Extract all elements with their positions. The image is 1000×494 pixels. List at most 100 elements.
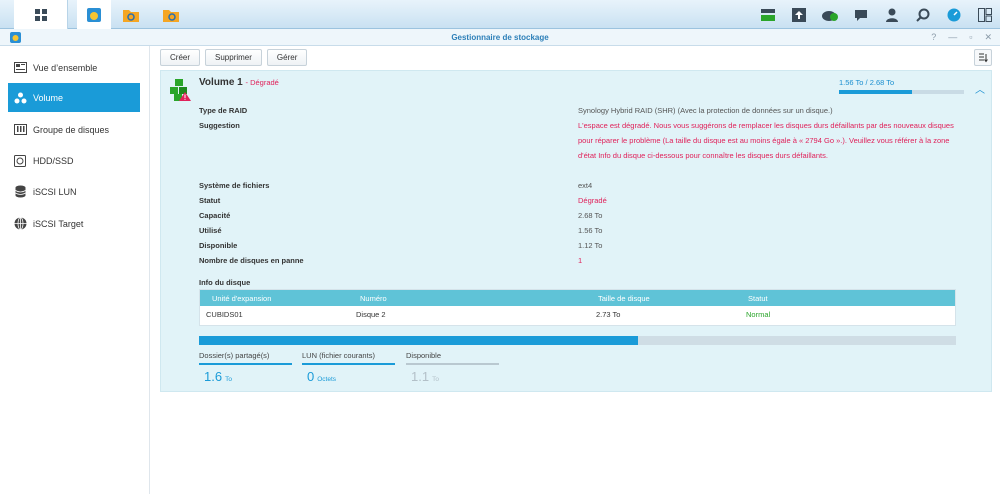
stat-value: 1.6 (204, 369, 223, 384)
cloud-sync-button[interactable] (814, 0, 845, 29)
sidebar-item-hdd-ssd[interactable]: HDD/SSD (8, 146, 140, 175)
usage-bar-fill (839, 90, 912, 94)
volume-status: - Dégradé (245, 78, 279, 87)
delete-button[interactable]: Supprimer (205, 49, 262, 66)
column-header[interactable]: Statut (748, 294, 768, 303)
usage-bar (839, 90, 964, 94)
column-header[interactable]: Taille de disque (598, 294, 650, 303)
globe-icon (13, 217, 27, 231)
column-header[interactable]: Unité d'expansion (212, 294, 271, 303)
property-label: Disponible (199, 241, 238, 250)
property-value: 1 (578, 256, 583, 265)
sidebar: Vue d’ensemble Volume Groupe de disques … (0, 46, 150, 494)
close-icon[interactable]: ✕ (984, 32, 992, 43)
sidebar-item-label: Groupe de disques (33, 124, 110, 135)
search-button[interactable] (907, 0, 938, 29)
cell-disk-number: Disque 2 (356, 310, 386, 319)
stat-value: 0 (307, 369, 315, 384)
cell-disk-status: Normal (746, 310, 771, 319)
sidebar-item-disk-group[interactable]: Groupe de disques (8, 115, 140, 144)
sidebar-item-label: Vue d’ensemble (33, 62, 98, 73)
sidebar-item-label: Volume (33, 92, 64, 103)
window-titlebar: Gestionnaire de stockage ? — ▫ ✕ (0, 29, 1000, 46)
taskbar-file-station[interactable] (114, 0, 148, 29)
folder-search-icon (163, 9, 179, 22)
capacity-bar-fill (199, 336, 639, 345)
stat-shared-folders: Dossier(s) partagé(s) 1.6 To (199, 351, 292, 384)
property-value: 1.56 To (578, 226, 603, 235)
manage-button[interactable]: Gérer (266, 49, 308, 66)
sidebar-item-volume[interactable]: Volume (8, 83, 140, 112)
stat-label: Dossier(s) partagé(s) (199, 351, 292, 365)
folder-icon (123, 9, 139, 22)
maximize-icon[interactable]: ▫ (969, 32, 972, 43)
volume-title: Volume 1 - Dégradé (199, 77, 279, 88)
toolbar: Créer Supprimer Gérer (160, 49, 308, 67)
search-icon (915, 8, 929, 22)
table-row[interactable]: CUBIDS01 Disque 2 2.73 To Normal (200, 306, 955, 325)
cell-disk-size: 2.73 To (596, 310, 621, 319)
stat-unit: To (432, 376, 439, 383)
sidebar-item-iscsi-target[interactable]: iSCSI Target (8, 209, 140, 238)
volume-degraded-icon (170, 79, 191, 101)
main-menu-icon (34, 8, 47, 21)
property-label: Utilisé (199, 226, 222, 235)
upload-button[interactable] (783, 0, 814, 29)
sidebar-item-iscsi-lun[interactable]: iSCSI LUN (8, 177, 140, 206)
property-value: Synology Hybrid RAID (SHR) (Avec la prot… (578, 106, 833, 115)
taskbar-file-search[interactable] (154, 0, 188, 29)
notifications-button[interactable] (845, 0, 876, 29)
sidebar-item-label: iSCSI LUN (33, 186, 77, 197)
stat-label: LUN (fichier courants) (302, 351, 395, 365)
column-header[interactable]: Numéro (360, 294, 387, 303)
hdd-icon (13, 154, 27, 168)
stat-available: Disponible 1.1 To (406, 351, 499, 384)
disk-group-icon (13, 123, 27, 137)
collapse-chevron-icon[interactable]: ︿ (975, 81, 985, 96)
property-label: Système de fichiers (199, 181, 270, 190)
property-value: ext4 (578, 181, 593, 190)
sidebar-item-label: iSCSI Target (33, 218, 84, 229)
user-button[interactable] (876, 0, 907, 29)
property-label: Type de RAID (199, 106, 248, 115)
main-menu-button[interactable] (14, 0, 68, 29)
taskbar (0, 0, 1000, 29)
property-value: 2.68 To (578, 211, 603, 220)
taskbar-storage-manager[interactable] (77, 0, 111, 29)
volume-panel[interactable]: Volume 1 - Dégradé 1.56 To / 2.68 To ︿ T… (160, 70, 992, 392)
stat-lun: LUN (fichier courants) 0 Octets (302, 351, 395, 384)
stat-unit: To (225, 376, 232, 383)
usage-text: 1.56 To / 2.68 To (839, 78, 895, 87)
gauge-icon (947, 8, 960, 21)
user-icon (885, 8, 898, 22)
property-label: Capacité (199, 211, 231, 220)
property-value: 1.12 To (578, 241, 603, 250)
property-value: Dégradé (578, 196, 607, 205)
property-value: L'espace est dégradé. Nous vous suggéron… (578, 121, 954, 160)
disk-info-table: Unité d'expansion Numéro Taille de disqu… (199, 289, 956, 326)
stat-value: 1.1 (411, 369, 430, 384)
stat-label: Disponible (406, 351, 499, 365)
overview-icon (13, 61, 27, 75)
volume-name: Volume 1 (199, 77, 243, 88)
upload-icon (791, 7, 806, 22)
disk-info-heading: Info du disque (199, 278, 251, 287)
stat-unit: Octets (317, 376, 337, 383)
sort-button[interactable] (974, 49, 992, 66)
help-icon[interactable]: ? (931, 32, 936, 43)
sort-icon (979, 53, 988, 62)
property-label: Suggestion (199, 121, 240, 130)
cell-expansion-unit: CUBIDS01 (206, 310, 243, 319)
sidebar-item-overview[interactable]: Vue d’ensemble (8, 53, 140, 82)
widgets-button[interactable] (752, 0, 783, 29)
layout-icon (977, 7, 992, 22)
window-title: Gestionnaire de stockage (451, 33, 549, 42)
desktop-layout-button[interactable] (969, 0, 1000, 29)
resource-monitor-button[interactable] (938, 0, 969, 29)
cloud-sync-icon (821, 10, 838, 21)
minimize-icon[interactable]: — (948, 32, 957, 43)
chat-icon (854, 9, 867, 21)
sidebar-item-label: HDD/SSD (33, 155, 74, 166)
property-label: Nombre de disques en panne (199, 256, 304, 265)
create-button[interactable]: Créer (160, 49, 201, 66)
